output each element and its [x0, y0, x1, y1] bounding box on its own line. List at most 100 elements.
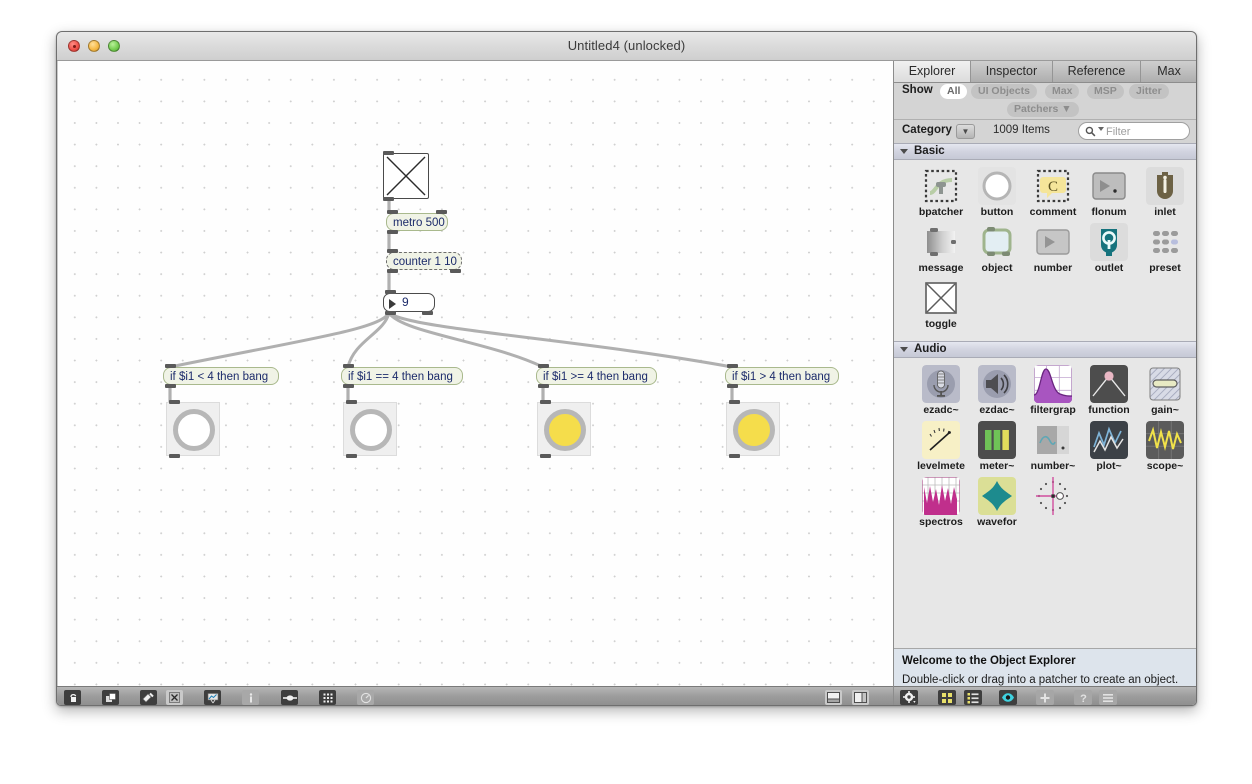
sidebar-tabs: Explorer Inspector Reference Max	[894, 61, 1196, 83]
group-header-basic[interactable]: Basic	[894, 143, 1196, 160]
bang-button-4[interactable]	[726, 400, 780, 458]
inlet-nub	[538, 364, 549, 368]
filter-pill-patchers[interactable]: Patchers ▼	[1007, 102, 1079, 117]
filter-search-input[interactable]: Filter	[1078, 122, 1190, 140]
bang-button-1[interactable]	[166, 400, 220, 458]
outlet-nub	[538, 384, 549, 388]
inlet-nub-right	[436, 210, 447, 214]
number-box-object[interactable]: 9	[383, 290, 435, 315]
side-panel-toggle-icon[interactable]	[852, 690, 869, 705]
menu-hamburger-icon[interactable]	[1099, 690, 1117, 705]
object-item-label: flonum	[1091, 206, 1127, 218]
presentation-mode-icon[interactable]	[204, 690, 221, 705]
toggle-icon	[922, 279, 960, 317]
tab-explorer[interactable]: Explorer	[894, 61, 971, 82]
list-view-icon[interactable]	[964, 690, 982, 705]
tab-inspector[interactable]: Inspector	[971, 61, 1053, 82]
object-item-preset[interactable]: preset	[1137, 223, 1193, 274]
visibility-eye-icon[interactable]	[999, 690, 1017, 705]
paste-replace-icon[interactable]	[140, 690, 157, 705]
object-item-function[interactable]: function	[1081, 365, 1137, 416]
object-item-number-signal[interactable]: number~	[1025, 421, 1081, 472]
bottom-panel-toggle-icon[interactable]	[825, 690, 842, 705]
object-item-outlet[interactable]: outlet	[1081, 223, 1137, 274]
outlet-icon	[1090, 223, 1128, 261]
bang-button-2[interactable]	[343, 400, 397, 458]
object-item-toggle[interactable]: toggle	[913, 279, 969, 330]
snap-to-object-icon[interactable]	[281, 690, 298, 705]
filter-pill-msp[interactable]: MSP	[1087, 84, 1124, 99]
object-item-gain[interactable]: gain~	[1137, 365, 1193, 416]
object-item-number[interactable]: number	[1025, 223, 1081, 274]
filter-pill-ui-objects[interactable]: UI Objects	[971, 84, 1037, 99]
filter-pill-jitter[interactable]: Jitter	[1129, 84, 1169, 99]
grid-view-icon[interactable]	[938, 690, 956, 705]
object-list[interactable]: Basic bpatcher button C comment flonum i…	[894, 143, 1196, 648]
object-item-inlet[interactable]: inlet	[1137, 167, 1193, 218]
group-header-audio[interactable]: Audio	[894, 341, 1196, 358]
object-text: if $i1 == 4 then bang	[348, 371, 453, 383]
object-if-less-than[interactable]: if $i1 < 4 then bang	[163, 364, 279, 388]
patcher-canvas[interactable]: metro 500 counter 1 10 9 if $i1 < 4 then…	[58, 61, 894, 686]
object-item-filtergraph[interactable]: filtergrap	[1025, 365, 1081, 416]
tab-max[interactable]: Max	[1141, 61, 1196, 82]
inlet-icon	[1146, 167, 1184, 205]
desktop-background: Untitled4 (unlocked) metro 500 counter 1…	[0, 0, 1252, 784]
object-text: metro 500	[393, 217, 445, 229]
object-item-ezadc[interactable]: ezadc~	[913, 365, 969, 416]
search-scope-caret-icon[interactable]	[1098, 127, 1104, 131]
toggle-object[interactable]	[383, 151, 429, 201]
filter-pill-max[interactable]: Max	[1045, 84, 1080, 99]
bang-button-3[interactable]	[537, 400, 591, 458]
object-item-meter[interactable]: meter~	[969, 421, 1025, 472]
object-item-comment[interactable]: C comment	[1025, 167, 1081, 218]
object-item-label: inlet	[1154, 206, 1176, 218]
clear-x-icon[interactable]	[166, 690, 183, 705]
object-item-object[interactable]: object	[969, 223, 1025, 274]
inlet-nub	[387, 249, 398, 253]
grid-snap-icon[interactable]	[319, 690, 336, 705]
object-item-levelmeter[interactable]: levelmete	[913, 421, 969, 472]
inlet-nub	[540, 400, 551, 404]
comment-icon: C	[1034, 167, 1072, 205]
gear-options-icon[interactable]	[900, 690, 918, 705]
inspector-info-icon[interactable]	[242, 690, 259, 705]
object-item-plot[interactable]: plot~	[1081, 421, 1137, 472]
object-metro[interactable]: metro 500	[386, 210, 448, 234]
radial-dial-icon	[1034, 477, 1072, 515]
object-if-equal[interactable]: if $i1 == 4 then bang	[341, 364, 463, 388]
object-if-gte[interactable]: if $i1 >= 4 then bang	[536, 364, 657, 388]
object-item-ezdac[interactable]: ezdac~	[969, 365, 1025, 416]
disclosure-caret-icon[interactable]	[900, 149, 908, 154]
object-if-greater-than[interactable]: if $i1 > 4 then bang	[725, 364, 839, 388]
object-counter[interactable]: counter 1 10	[386, 249, 462, 273]
waveform-icon	[978, 477, 1016, 515]
add-plus-icon[interactable]	[1036, 690, 1054, 705]
help-question-icon[interactable]: ?	[1074, 690, 1092, 705]
object-item-spectroscope[interactable]: spectros	[913, 477, 969, 528]
toggle-x-icon	[386, 156, 426, 196]
object-item-waveform[interactable]: wavefor	[969, 477, 1025, 528]
disclosure-caret-icon[interactable]	[900, 347, 908, 352]
category-dropdown-caret-icon[interactable]: ▼	[956, 124, 975, 139]
object-item-label: ezadc~	[923, 404, 959, 416]
debug-gauge-icon[interactable]	[357, 690, 374, 705]
bpatcher-icon	[922, 167, 960, 205]
tab-reference[interactable]: Reference	[1052, 61, 1142, 82]
object-item-bpatcher[interactable]: bpatcher	[913, 167, 969, 218]
bring-forward-icon[interactable]	[102, 690, 119, 705]
object-item-message[interactable]: message	[913, 223, 969, 274]
outlet-nub-right	[450, 269, 461, 273]
object-item-radial-dial[interactable]	[1025, 477, 1081, 528]
inlet-nub	[727, 364, 738, 368]
object-text: if $i1 >= 4 then bang	[543, 371, 648, 383]
outlet-nub	[540, 454, 551, 458]
object-item-flonum[interactable]: flonum	[1081, 167, 1137, 218]
filter-pill-all[interactable]: All	[940, 84, 968, 99]
outlet-nub-right	[422, 311, 433, 315]
flonum-icon	[1090, 167, 1128, 205]
object-item-scope[interactable]: scope~	[1137, 421, 1193, 472]
unlock-padlock-icon[interactable]	[64, 690, 81, 705]
scope-waveform-icon	[1146, 421, 1184, 459]
object-item-button[interactable]: button	[969, 167, 1025, 218]
